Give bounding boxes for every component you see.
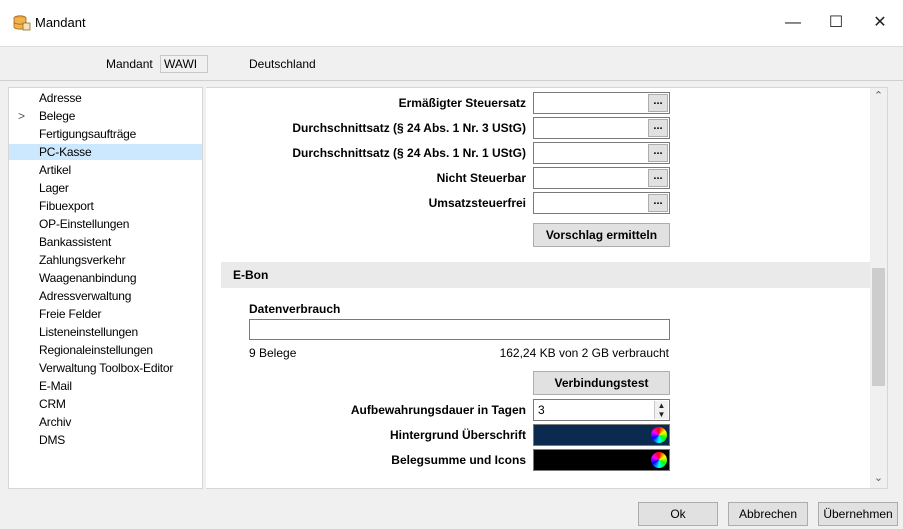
nav-item-label: Waagenanbindung (39, 271, 137, 285)
nav-item[interactable]: Lager (9, 180, 202, 196)
connection-test-button[interactable]: Verbindungstest (533, 371, 670, 395)
nav-item[interactable]: CRM (9, 396, 202, 412)
nav-item[interactable]: Listeneinstellungen (9, 324, 202, 340)
retention-stepper[interactable]: 3 ▲ ▼ (533, 399, 670, 421)
nav-item-label: Archiv (39, 415, 72, 429)
nav-item-label: Bankassistent (39, 235, 112, 249)
total-color-label: Belegsumme und Icons (391, 453, 526, 467)
scroll-thumb[interactable] (872, 268, 885, 386)
nav-item-label: DMS (39, 433, 66, 447)
nav-item-label: Listeneinstellungen (39, 325, 138, 339)
nav-item[interactable]: OP-Einstellungen (9, 216, 202, 232)
tax-label-reduced: Ermäßigter Steuersatz (398, 96, 526, 110)
nav-item-label: Regionaleinstellungen (39, 343, 153, 357)
nav-item-label: Adresse (39, 91, 82, 105)
total-color-picker[interactable] (533, 449, 670, 471)
nav-item[interactable]: Fibuexport (9, 198, 202, 214)
scroll-up-icon[interactable]: ⌃ (870, 88, 887, 105)
tax-field-exempt[interactable]: ... (533, 192, 670, 214)
nav-item[interactable]: Adresse (9, 90, 202, 106)
browse-button[interactable]: ... (648, 94, 668, 112)
browse-button[interactable]: ... (648, 144, 668, 162)
documents-count: 9 Belege (249, 346, 297, 360)
nav-item[interactable]: Verwaltung Toolbox-Editor (9, 360, 202, 376)
nav-item-label: Belege (39, 109, 76, 123)
nav-item[interactable]: DMS (9, 432, 202, 448)
tax-field-nontaxable[interactable]: ... (533, 167, 670, 189)
nav-item[interactable]: Waagenanbindung (9, 270, 202, 286)
settings-nav-tree: Adresse > Belege Fertigungsaufträge PC-Kasse… (8, 87, 203, 489)
vertical-scrollbar[interactable]: ⌃ ⌄ (870, 88, 887, 488)
tax-label-avg1: Durchschnittsatz (§ 24 Abs. 1 Nr. 1 UStG… (292, 146, 526, 160)
nav-item-label: Zahlungsverkehr (39, 253, 126, 267)
nav-item-label: OP-Einstellungen (39, 217, 130, 231)
color-wheel-icon[interactable] (651, 452, 667, 468)
usage-progress-bar (249, 319, 670, 340)
spin-buttons[interactable]: ▲ ▼ (654, 401, 668, 419)
country-label: Deutschland (249, 57, 316, 71)
usage-text: 162,24 KB von 2 GB verbraucht (499, 346, 669, 360)
nav-item[interactable]: PC-Kasse (9, 144, 202, 160)
ebon-section-header: E-Bon (221, 262, 874, 288)
maximize-button[interactable]: ☐ (824, 12, 848, 34)
nav-item-label: Adressverwaltung (39, 289, 132, 303)
tax-field-avg1[interactable]: ... (533, 142, 670, 164)
nav-item-label: Artikel (39, 163, 71, 177)
nav-item-label: CRM (39, 397, 66, 411)
nav-item[interactable]: Zahlungsverkehr (9, 252, 202, 268)
tax-label-avg3: Durchschnittsatz (§ 24 Abs. 1 Nr. 3 UStG… (292, 121, 526, 135)
nav-item-label: Freie Felder (39, 307, 102, 321)
nav-item[interactable]: Fertigungsaufträge (9, 126, 202, 142)
tax-field-reduced[interactable]: ... (533, 92, 670, 114)
minimize-button[interactable]: — (781, 12, 805, 34)
header-bg-color-picker[interactable] (533, 424, 670, 446)
usage-label: Datenverbrauch (249, 302, 341, 316)
ebon-section-title: E-Bon (233, 268, 269, 282)
chevron-right-icon[interactable]: > (18, 108, 25, 124)
nav-item[interactable]: Archiv (9, 414, 202, 430)
nav-item-label: E-Mail (39, 379, 72, 393)
nav-item[interactable]: Adressverwaltung (9, 288, 202, 304)
content-panel: Ermäßigter Steuersatz ... Durchschnittsa… (206, 87, 888, 489)
mandant-header: Mandant WAWI Deutschland (0, 47, 903, 81)
tax-label-nontaxable: Nicht Steuerbar (436, 171, 526, 185)
window-title: Mandant (35, 15, 86, 30)
color-wheel-icon[interactable] (651, 427, 667, 443)
ok-button[interactable]: Ok (638, 502, 718, 526)
tax-label-exempt: Umsatzsteuerfrei (428, 196, 526, 210)
scroll-down-icon[interactable]: ⌄ (870, 470, 887, 487)
nav-item-label: Fertigungsaufträge (39, 127, 137, 141)
nav-item[interactable]: > Belege (9, 108, 202, 124)
nav-item-label: Fibuexport (39, 199, 94, 213)
mandant-label: Mandant (106, 57, 153, 71)
close-button[interactable]: ✕ (868, 12, 892, 34)
nav-item[interactable]: Artikel (9, 162, 202, 178)
browse-button[interactable]: ... (648, 194, 668, 212)
tax-field-avg3[interactable]: ... (533, 117, 670, 139)
retention-value: 3 (538, 403, 545, 417)
suggest-button[interactable]: Vorschlag ermitteln (533, 223, 670, 247)
title-bar: Mandant — ☐ ✕ (0, 0, 903, 47)
apply-button[interactable]: Übernehmen (818, 502, 898, 526)
retention-label: Aufbewahrungsdauer in Tagen (350, 403, 526, 417)
nav-item[interactable]: E-Mail (9, 378, 202, 394)
app-icon (13, 15, 31, 31)
nav-item-label: Lager (39, 181, 69, 195)
nav-item[interactable]: Freie Felder (9, 306, 202, 322)
header-bg-label: Hintergrund Überschrift (389, 428, 526, 442)
cancel-button[interactable]: Abbrechen (728, 502, 808, 526)
nav-item[interactable]: Bankassistent (9, 234, 202, 250)
nav-item[interactable]: Regionaleinstellungen (9, 342, 202, 358)
browse-button[interactable]: ... (648, 169, 668, 187)
nav-item-label: PC-Kasse (39, 145, 92, 159)
mandant-value: WAWI (160, 55, 208, 73)
browse-button[interactable]: ... (648, 119, 668, 137)
nav-item-label: Verwaltung Toolbox-Editor (39, 361, 174, 375)
